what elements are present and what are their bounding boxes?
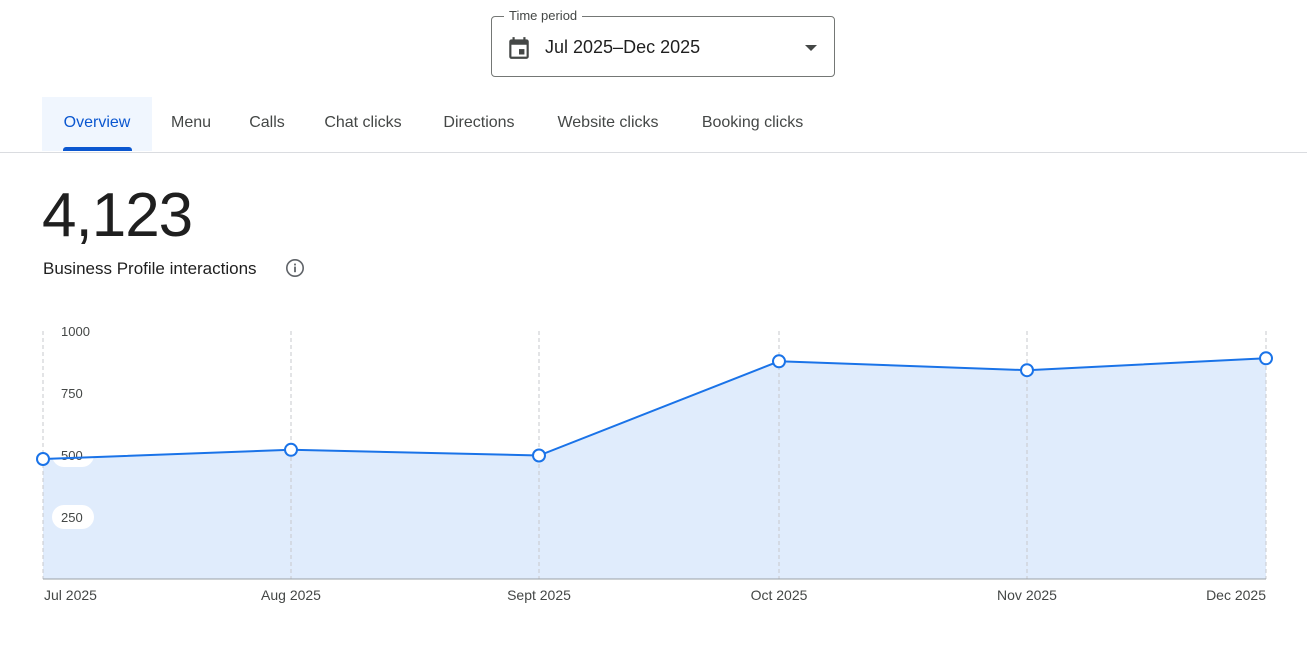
tab-calls[interactable]: Calls [236, 97, 298, 151]
data-point-2 [532, 448, 546, 463]
tab-directions[interactable]: Directions [428, 97, 530, 151]
data-point-0 [36, 452, 50, 466]
performance-page: Time period Jul 2025–Dec 2025 Overview M… [0, 0, 1307, 650]
active-tab-indicator [63, 147, 132, 151]
calendar-icon [509, 37, 529, 59]
time-period-dropdown[interactable]: Time period Jul 2025–Dec 2025 [491, 8, 835, 77]
y-tick-label-1000: 1000 [61, 324, 90, 339]
data-point-1 [284, 442, 298, 457]
time-period-value: Jul 2025–Dec 2025 [545, 37, 701, 57]
interactions-chart: 250 500 750 1000 Jul 2025 Aug 2025 Sept 2025 Oc… [36, 324, 1273, 603]
x-tick-label-4: Nov 2025 [997, 587, 1057, 603]
tab-booking-clicks[interactable]: Booking clicks [686, 97, 819, 151]
data-point-5 [1259, 351, 1273, 366]
series-area [43, 358, 1266, 579]
dropdown-arrow-icon [805, 45, 817, 51]
x-tick-label-5: Dec 2025 [1206, 587, 1266, 603]
tab-website-clicks[interactable]: Website clicks [541, 97, 675, 151]
data-point-3 [772, 354, 786, 369]
y-tick-label-250: 250 [61, 510, 83, 525]
info-icon[interactable] [285, 258, 305, 278]
interactions-total: 4,123 [42, 181, 193, 250]
tab-chat-clicks[interactable]: Chat clicks [308, 97, 418, 151]
data-point-4 [1020, 363, 1034, 378]
tab-menu[interactable]: Menu [158, 97, 224, 151]
metric-tabs: Overview Menu Calls Chat clicks Directio… [0, 97, 1307, 153]
y-tick-label-750: 750 [61, 386, 83, 401]
time-period-legend: Time period [504, 8, 583, 24]
x-tick-label-1: Aug 2025 [261, 587, 321, 603]
x-tick-label-3: Oct 2025 [751, 587, 808, 603]
y-tick-label-500: 500 [61, 448, 83, 463]
x-tick-label-2: Sept 2025 [507, 587, 571, 603]
x-tick-label-0: Jul 2025 [44, 587, 97, 603]
tab-overview[interactable]: Overview [42, 97, 152, 151]
interactions-label: Business Profile interactions [43, 259, 257, 278]
